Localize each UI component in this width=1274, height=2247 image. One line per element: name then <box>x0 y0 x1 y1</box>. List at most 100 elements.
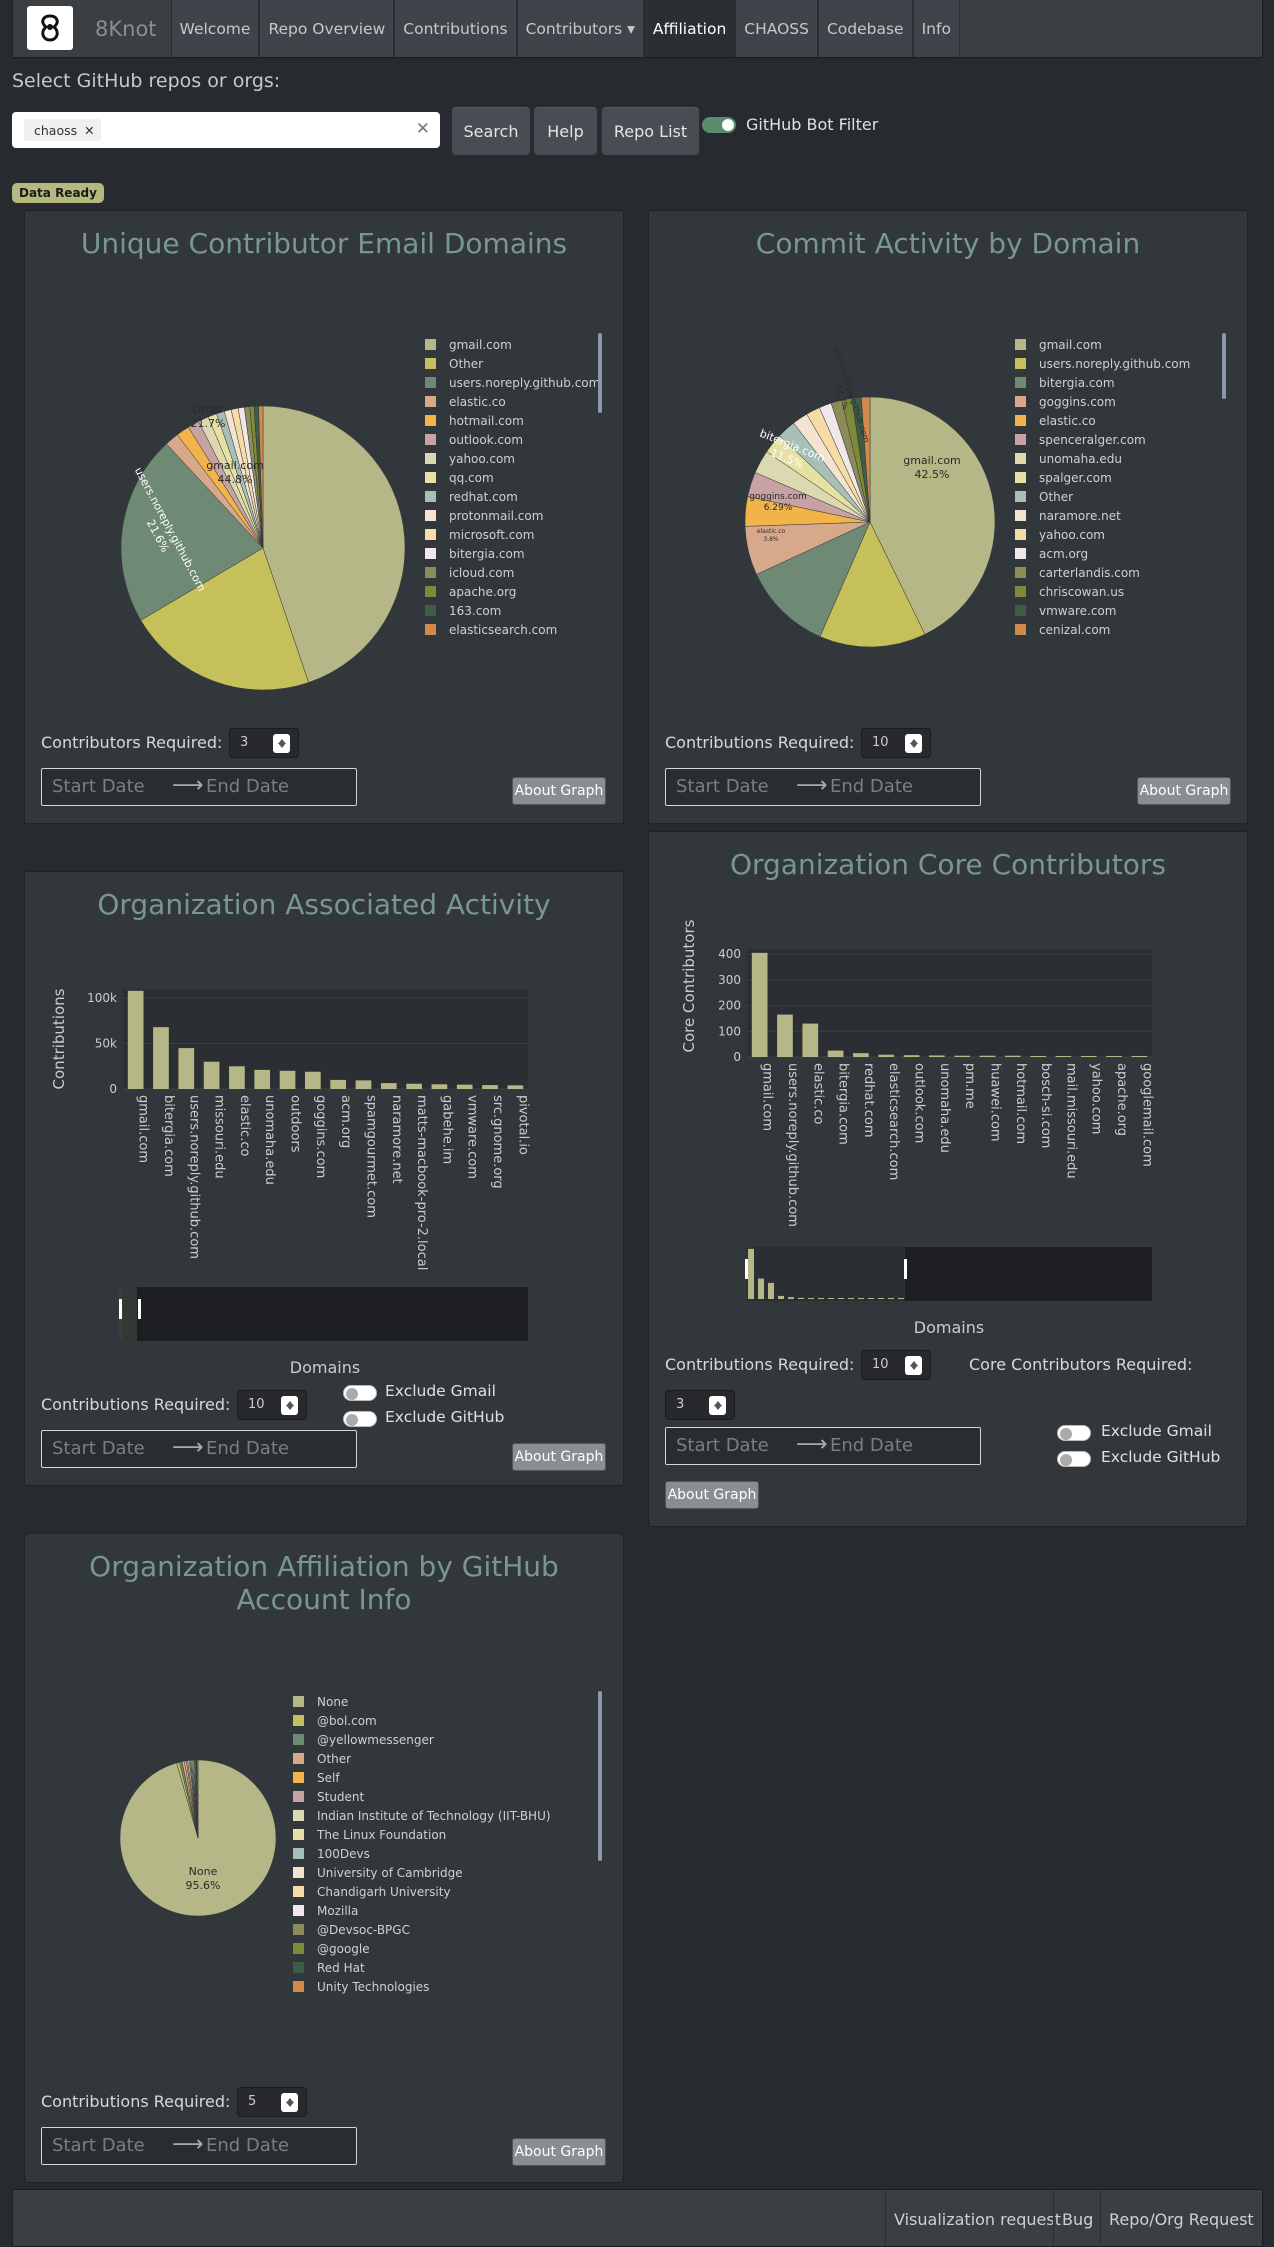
contributions-required-input[interactable]: 10 <box>237 1390 307 1420</box>
legend-item[interactable]: users.noreply.github.com <box>1015 354 1190 373</box>
bar[interactable] <box>979 1055 996 1057</box>
bar[interactable] <box>482 1085 498 1089</box>
bot-filter-toggle[interactable] <box>702 117 736 133</box>
bar[interactable] <box>777 1014 793 1057</box>
range-handle-left[interactable] <box>119 1299 122 1319</box>
legend-item[interactable]: elasticsearch.com <box>425 620 600 639</box>
legend-item[interactable]: @google <box>293 1939 551 1958</box>
bar[interactable] <box>279 1070 296 1089</box>
legend-item[interactable]: The Linux Foundation <box>293 1825 551 1844</box>
legend-item[interactable]: goggins.com <box>1015 392 1190 411</box>
legend-item[interactable]: cenizal.com <box>1015 620 1190 639</box>
bar[interactable] <box>1004 1055 1021 1057</box>
bar[interactable] <box>203 1061 220 1089</box>
legend-item[interactable]: icloud.com <box>425 563 600 582</box>
legend-item[interactable]: Unity Technologies <box>293 1977 551 1996</box>
bar[interactable] <box>751 952 768 1057</box>
legend-item[interactable]: elastic.co <box>1015 411 1190 430</box>
date-range-picker[interactable]: Start Date ⟶ End Date <box>41 768 357 806</box>
selected-repo-chip[interactable]: chaoss ✕ <box>24 119 101 141</box>
legend-item[interactable]: Red Hat <box>293 1958 551 1977</box>
range-slider[interactable] <box>123 1287 528 1341</box>
end-date-field[interactable]: End Date <box>206 776 289 797</box>
bar[interactable] <box>1106 1055 1122 1057</box>
bar[interactable] <box>304 1071 321 1089</box>
legend-scrollbar[interactable] <box>598 1691 602 1861</box>
contributors-required-input[interactable]: 3 <box>229 728 299 758</box>
contributions-required-input[interactable]: 5 <box>237 2087 307 2117</box>
legend-item[interactable]: protonmail.com <box>425 506 600 525</box>
legend-item[interactable]: Other <box>293 1749 551 1768</box>
bar[interactable] <box>853 1053 869 1057</box>
stepper-icon[interactable] <box>281 2093 298 2112</box>
about-graph-button[interactable]: About Graph <box>512 2138 606 2166</box>
start-date-field[interactable]: Start Date <box>52 1438 145 1459</box>
legend-item[interactable]: Mozilla <box>293 1901 551 1920</box>
brand-name[interactable]: 8Knot <box>85 0 171 57</box>
legend-item[interactable]: @bol.com <box>293 1711 551 1730</box>
bar[interactable] <box>928 1055 945 1057</box>
bar[interactable] <box>254 1069 271 1089</box>
nav-welcome[interactable]: Welcome <box>170 0 260 57</box>
bar[interactable] <box>431 1084 448 1089</box>
bar[interactable] <box>1055 1055 1072 1057</box>
exclude-gmail-toggle[interactable] <box>1057 1425 1091 1441</box>
stepper-icon[interactable] <box>905 734 922 753</box>
end-date-field[interactable]: End Date <box>830 1435 913 1456</box>
legend-item[interactable]: hotmail.com <box>425 411 600 430</box>
repo-org-request-link[interactable]: Repo/Org Request <box>1100 2190 1262 2247</box>
legend-item[interactable]: Student <box>293 1787 551 1806</box>
exclude-github-toggle[interactable] <box>1057 1451 1091 1467</box>
legend-item[interactable]: unomaha.edu <box>1015 449 1190 468</box>
legend-item[interactable]: spenceralger.com <box>1015 430 1190 449</box>
clear-search-icon[interactable]: ✕ <box>416 119 430 139</box>
stepper-icon[interactable] <box>281 1396 298 1415</box>
nav-info[interactable]: Info <box>912 0 960 57</box>
legend-item[interactable]: @yellowmessenger <box>293 1730 551 1749</box>
legend-item[interactable]: spalger.com <box>1015 468 1190 487</box>
legend-item[interactable]: naramore.net <box>1015 506 1190 525</box>
legend-item[interactable]: apache.org <box>425 582 600 601</box>
bar[interactable] <box>954 1055 971 1057</box>
legend-item[interactable]: carterlandis.com <box>1015 563 1190 582</box>
bar[interactable] <box>229 1066 245 1089</box>
repo-list-button[interactable]: Repo List <box>601 106 700 156</box>
bar[interactable] <box>127 990 144 1089</box>
about-graph-button[interactable]: About Graph <box>512 1443 606 1471</box>
bar[interactable] <box>1030 1055 1046 1057</box>
legend-item[interactable]: Indian Institute of Technology (IIT-BHU) <box>293 1806 551 1825</box>
bar[interactable] <box>380 1083 397 1089</box>
legend-item[interactable]: microsoft.com <box>425 525 600 544</box>
range-handle-right[interactable] <box>904 1259 907 1279</box>
bug-link[interactable]: Bug <box>1053 2190 1101 2247</box>
legend-item[interactable]: qq.com <box>425 468 600 487</box>
bar[interactable] <box>878 1054 895 1057</box>
core-contributors-required-input[interactable]: 3 <box>665 1390 735 1420</box>
nav-affiliation[interactable]: Affiliation <box>643 0 736 57</box>
legend-item[interactable]: acm.org <box>1015 544 1190 563</box>
legend-item[interactable]: bitergia.com <box>1015 373 1190 392</box>
legend-item[interactable]: bitergia.com <box>425 544 600 563</box>
legend-item[interactable]: University of Cambridge <box>293 1863 551 1882</box>
about-graph-button[interactable]: About Graph <box>665 1481 759 1509</box>
bar[interactable] <box>406 1083 422 1089</box>
bar[interactable] <box>1080 1055 1097 1057</box>
legend-item[interactable]: Chandigarh University <box>293 1882 551 1901</box>
nav-chaoss[interactable]: CHAOSS <box>735 0 818 57</box>
help-button[interactable]: Help <box>533 106 598 156</box>
date-range-picker[interactable]: Start Date ⟶ End Date <box>41 1430 357 1468</box>
legend-item[interactable]: yahoo.com <box>425 449 600 468</box>
legend-item[interactable]: 163.com <box>425 601 600 620</box>
legend-item[interactable]: gmail.com <box>425 335 600 354</box>
legend-scrollbar[interactable] <box>1222 333 1226 399</box>
legend-item[interactable]: redhat.com <box>425 487 600 506</box>
stepper-icon[interactable] <box>709 1396 726 1415</box>
repo-search-input[interactable]: chaoss ✕ ✕ <box>12 112 440 148</box>
legend-item[interactable]: Other <box>425 354 600 373</box>
legend-scrollbar[interactable] <box>598 333 602 413</box>
start-date-field[interactable]: Start Date <box>676 1435 769 1456</box>
bar[interactable] <box>355 1080 372 1089</box>
nav-codebase[interactable]: Codebase <box>817 0 913 57</box>
stepper-icon[interactable] <box>905 1356 922 1375</box>
legend-item[interactable]: yahoo.com <box>1015 525 1190 544</box>
